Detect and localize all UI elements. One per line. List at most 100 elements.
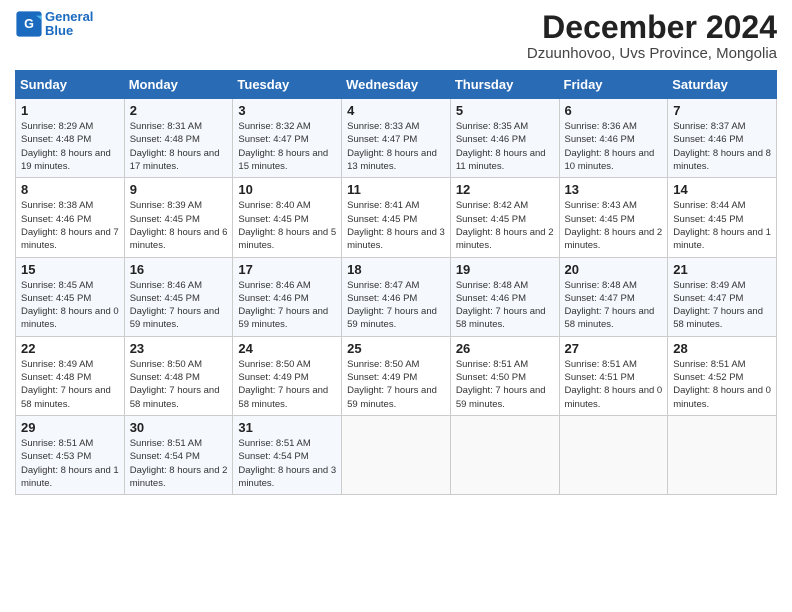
calendar-cell: 11 Sunrise: 8:41 AMSunset: 4:45 PMDayligh… <box>342 178 451 257</box>
day-info: Sunrise: 8:36 AMSunset: 4:46 PMDaylight:… <box>565 120 663 173</box>
day-info: Sunrise: 8:31 AMSunset: 4:48 PMDaylight:… <box>130 120 228 173</box>
day-info: Sunrise: 8:39 AMSunset: 4:45 PMDaylight:… <box>130 199 228 252</box>
day-number: 7 <box>673 103 771 118</box>
day-number: 9 <box>130 182 228 197</box>
day-info: Sunrise: 8:49 AMSunset: 4:47 PMDaylight:… <box>673 279 771 332</box>
calendar-cell: 12 Sunrise: 8:42 AMSunset: 4:45 PMDayligh… <box>450 178 559 257</box>
header-tuesday: Tuesday <box>233 71 342 99</box>
page-subtitle: Dzuunhovoo, Uvs Province, Mongolia <box>527 45 777 62</box>
day-number: 2 <box>130 103 228 118</box>
day-info: Sunrise: 8:32 AMSunset: 4:47 PMDaylight:… <box>238 120 336 173</box>
day-number: 29 <box>21 420 119 435</box>
day-number: 4 <box>347 103 445 118</box>
day-number: 15 <box>21 262 119 277</box>
calendar-cell: 27 Sunrise: 8:51 AMSunset: 4:51 PMDayligh… <box>559 336 668 415</box>
day-number: 13 <box>565 182 663 197</box>
calendar-cell: 30Sunrise: 8:51 AMSunset: 4:54 PMDayligh… <box>124 415 233 494</box>
day-info: Sunrise: 8:50 AMSunset: 4:49 PMDaylight:… <box>347 358 445 411</box>
calendar-cell: 14 Sunrise: 8:44 AMSunset: 4:45 PMDayligh… <box>668 178 777 257</box>
header-thursday: Thursday <box>450 71 559 99</box>
day-info: Sunrise: 8:51 AMSunset: 4:50 PMDaylight:… <box>456 358 554 411</box>
day-number: 20 <box>565 262 663 277</box>
day-info: Sunrise: 8:51 AMSunset: 4:54 PMDaylight:… <box>238 437 336 490</box>
day-number: 5 <box>456 103 554 118</box>
day-number: 3 <box>238 103 336 118</box>
calendar-cell: 9 Sunrise: 8:39 AMSunset: 4:45 PMDaylight… <box>124 178 233 257</box>
calendar-cell: 16 Sunrise: 8:46 AMSunset: 4:45 PMDayligh… <box>124 257 233 336</box>
calendar-cell: 3 Sunrise: 8:32 AMSunset: 4:47 PMDaylight… <box>233 99 342 178</box>
day-number: 26 <box>456 341 554 356</box>
day-info: Sunrise: 8:51 AMSunset: 4:53 PMDaylight:… <box>21 437 119 490</box>
day-info: Sunrise: 8:48 AMSunset: 4:47 PMDaylight:… <box>565 279 663 332</box>
day-info: Sunrise: 8:42 AMSunset: 4:45 PMDaylight:… <box>456 199 554 252</box>
day-info: Sunrise: 8:51 AMSunset: 4:51 PMDaylight:… <box>565 358 663 411</box>
day-number: 1 <box>21 103 119 118</box>
day-number: 28 <box>673 341 771 356</box>
day-number: 8 <box>21 182 119 197</box>
calendar-cell: 28Sunrise: 8:51 AMSunset: 4:52 PMDayligh… <box>668 336 777 415</box>
day-number: 19 <box>456 262 554 277</box>
title-area: December 2024 Dzuunhovoo, Uvs Province, … <box>527 10 777 62</box>
day-number: 25 <box>347 341 445 356</box>
header-friday: Friday <box>559 71 668 99</box>
calendar-cell: 2 Sunrise: 8:31 AMSunset: 4:48 PMDaylight… <box>124 99 233 178</box>
calendar-cell: 23 Sunrise: 8:50 AMSunset: 4:48 PMDayligh… <box>124 336 233 415</box>
calendar-cell: 31 Sunrise: 8:51 AMSunset: 4:54 PMDayligh… <box>233 415 342 494</box>
day-info: Sunrise: 8:35 AMSunset: 4:46 PMDaylight:… <box>456 120 554 173</box>
day-number: 12 <box>456 182 554 197</box>
day-number: 31 <box>238 420 336 435</box>
calendar-cell: 29 Sunrise: 8:51 AMSunset: 4:53 PMDayligh… <box>16 415 125 494</box>
header-wednesday: Wednesday <box>342 71 451 99</box>
day-info: Sunrise: 8:47 AMSunset: 4:46 PMDaylight:… <box>347 279 445 332</box>
day-info: Sunrise: 8:50 AMSunset: 4:49 PMDaylight:… <box>238 358 336 411</box>
day-info: Sunrise: 8:50 AMSunset: 4:48 PMDaylight:… <box>130 358 228 411</box>
day-info: Sunrise: 8:49 AMSunset: 4:48 PMDaylight:… <box>21 358 119 411</box>
calendar-cell: 20 Sunrise: 8:48 AMSunset: 4:47 PMDayligh… <box>559 257 668 336</box>
logo: G General Blue <box>15 10 93 39</box>
calendar-cell: 13 Sunrise: 8:43 AMSunset: 4:45 PMDayligh… <box>559 178 668 257</box>
week-row-4: 22 Sunrise: 8:49 AMSunset: 4:48 PMDayligh… <box>16 336 777 415</box>
calendar-cell: 24 Sunrise: 8:50 AMSunset: 4:49 PMDayligh… <box>233 336 342 415</box>
day-number: 23 <box>130 341 228 356</box>
calendar-cell: 1 Sunrise: 8:29 AMSunset: 4:48 PMDaylight… <box>16 99 125 178</box>
day-number: 17 <box>238 262 336 277</box>
week-row-5: 29 Sunrise: 8:51 AMSunset: 4:53 PMDayligh… <box>16 415 777 494</box>
logo-text: General Blue <box>45 10 93 39</box>
calendar-cell: 5 Sunrise: 8:35 AMSunset: 4:46 PMDaylight… <box>450 99 559 178</box>
svg-text:G: G <box>24 17 34 31</box>
day-info: Sunrise: 8:37 AMSunset: 4:46 PMDaylight:… <box>673 120 771 173</box>
calendar-table: SundayMondayTuesdayWednesdayThursdayFrid… <box>15 70 777 495</box>
day-number: 16 <box>130 262 228 277</box>
day-info: Sunrise: 8:41 AMSunset: 4:45 PMDaylight:… <box>347 199 445 252</box>
day-info: Sunrise: 8:29 AMSunset: 4:48 PMDaylight:… <box>21 120 119 173</box>
week-row-2: 8Sunrise: 8:38 AMSunset: 4:46 PMDaylight… <box>16 178 777 257</box>
day-info: Sunrise: 8:33 AMSunset: 4:47 PMDaylight:… <box>347 120 445 173</box>
calendar-header-row: SundayMondayTuesdayWednesdayThursdayFrid… <box>16 71 777 99</box>
week-row-3: 15Sunrise: 8:45 AMSunset: 4:45 PMDayligh… <box>16 257 777 336</box>
day-number: 18 <box>347 262 445 277</box>
calendar-cell: 17Sunrise: 8:46 AMSunset: 4:46 PMDayligh… <box>233 257 342 336</box>
calendar-cell: 26 Sunrise: 8:51 AMSunset: 4:50 PMDayligh… <box>450 336 559 415</box>
day-number: 24 <box>238 341 336 356</box>
day-info: Sunrise: 8:43 AMSunset: 4:45 PMDaylight:… <box>565 199 663 252</box>
day-number: 14 <box>673 182 771 197</box>
page-title: December 2024 <box>527 10 777 45</box>
day-number: 6 <box>565 103 663 118</box>
calendar-cell <box>450 415 559 494</box>
calendar-cell: 10Sunrise: 8:40 AMSunset: 4:45 PMDayligh… <box>233 178 342 257</box>
day-info: Sunrise: 8:44 AMSunset: 4:45 PMDaylight:… <box>673 199 771 252</box>
calendar-cell: 18 Sunrise: 8:47 AMSunset: 4:46 PMDayligh… <box>342 257 451 336</box>
calendar-cell: 7 Sunrise: 8:37 AMSunset: 4:46 PMDaylight… <box>668 99 777 178</box>
calendar-cell: 19Sunrise: 8:48 AMSunset: 4:46 PMDayligh… <box>450 257 559 336</box>
day-info: Sunrise: 8:51 AMSunset: 4:54 PMDaylight:… <box>130 437 228 490</box>
day-number: 27 <box>565 341 663 356</box>
day-info: Sunrise: 8:46 AMSunset: 4:45 PMDaylight:… <box>130 279 228 332</box>
header-saturday: Saturday <box>668 71 777 99</box>
calendar-cell <box>342 415 451 494</box>
day-number: 11 <box>347 182 445 197</box>
calendar-cell: 21Sunrise: 8:49 AMSunset: 4:47 PMDayligh… <box>668 257 777 336</box>
calendar-cell: 25 Sunrise: 8:50 AMSunset: 4:49 PMDayligh… <box>342 336 451 415</box>
calendar-cell <box>668 415 777 494</box>
header-sunday: Sunday <box>16 71 125 99</box>
day-number: 22 <box>21 341 119 356</box>
